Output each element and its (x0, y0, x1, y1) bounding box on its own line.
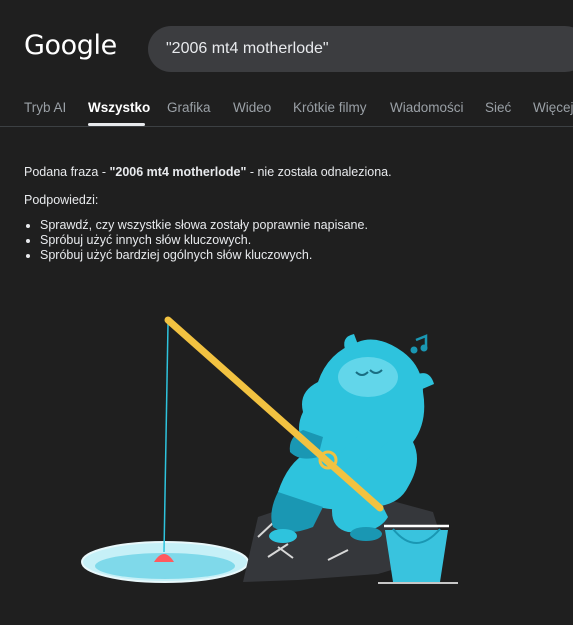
no-results-prefix: Podana fraza - (24, 165, 110, 179)
tab-web[interactable]: Sieć (485, 100, 511, 115)
tab-videos[interactable]: Wideo (233, 100, 271, 115)
music-note-icon (410, 334, 428, 354)
tab-all[interactable]: Wszystko (88, 100, 150, 115)
search-tabs: Tryb AI Wszystko Grafika Wideo Krótkie f… (0, 86, 573, 127)
no-results-line: Podana fraza - "2006 mt4 motherlode" - n… (24, 165, 554, 179)
tab-more[interactable]: Więcej (533, 100, 573, 115)
tips-title: Podpowiedzi: (24, 193, 99, 207)
tab-news[interactable]: Wiadomości (390, 100, 464, 115)
tip-item: Spróbuj użyć innych słów kluczowych. (40, 233, 554, 248)
fishing-line (163, 323, 169, 553)
tip-item: Sprawdź, czy wszystkie słowa zostały pop… (40, 218, 554, 233)
tab-images[interactable]: Grafika (167, 100, 211, 115)
bucket-icon (384, 524, 449, 582)
no-results-suffix: - nie została odnaleziona. (246, 165, 392, 179)
tip-item: Spróbuj użyć bardziej ogólnych słów kluc… (40, 248, 554, 263)
search-input[interactable] (166, 26, 566, 72)
tab-ai-mode[interactable]: Tryb AI (24, 100, 66, 115)
fishing-monster-illustration (81, 316, 458, 584)
search-results-page: Google Tryb AI Wszystko Grafika Wideo Kr… (0, 0, 573, 625)
active-tab-indicator (88, 123, 145, 126)
search-box[interactable] (148, 26, 573, 72)
tab-short-videos[interactable]: Krótkie filmy (293, 100, 367, 115)
no-results-message: Podana fraza - "2006 mt4 motherlode" - n… (24, 165, 554, 263)
google-logo[interactable]: Google (24, 30, 117, 61)
tips-list: Sprawdź, czy wszystkie słowa zostały pop… (24, 218, 554, 263)
no-results-query: "2006 mt4 motherlode" (109, 165, 247, 179)
